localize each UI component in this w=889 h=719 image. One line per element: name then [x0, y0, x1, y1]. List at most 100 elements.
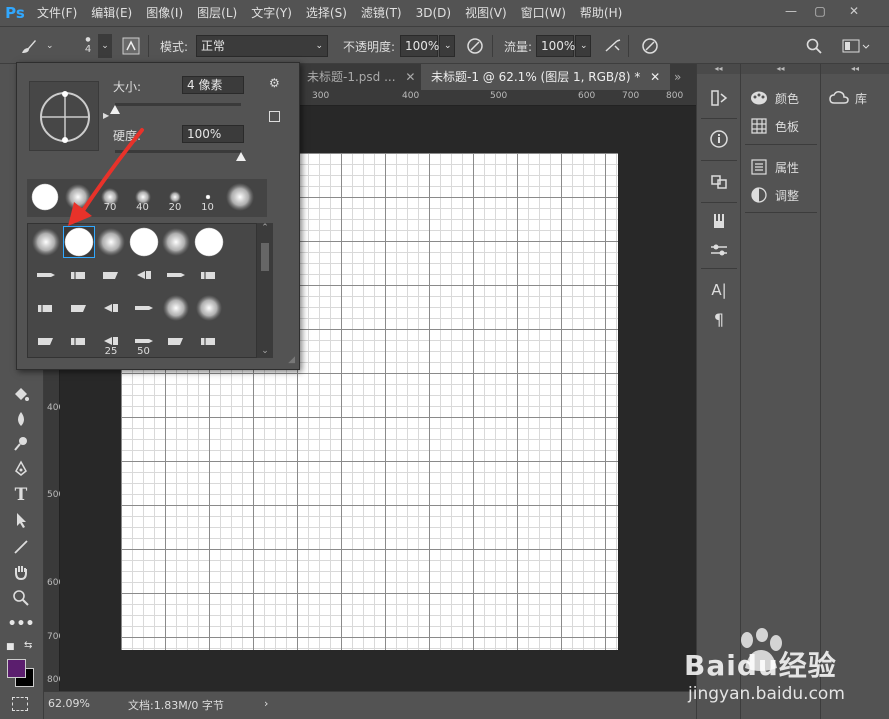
- recent-brush-swatch[interactable]: 20: [159, 181, 191, 213]
- mode-select[interactable]: 正常 ⌄: [196, 35, 328, 57]
- size-input[interactable]: 4 像素: [182, 76, 244, 94]
- status-menu-arrow-icon[interactable]: ›: [264, 697, 268, 710]
- line-tool-icon[interactable]: [8, 535, 34, 559]
- brush-preset-swatch[interactable]: [128, 226, 160, 258]
- more-tools-icon[interactable]: •••: [8, 612, 35, 636]
- brush-preset-swatch[interactable]: [160, 292, 192, 324]
- brush-preset-swatch[interactable]: [30, 292, 62, 324]
- menu-select[interactable]: 选择(S): [299, 0, 354, 26]
- menu-window[interactable]: 窗口(W): [514, 0, 573, 26]
- type-tool-icon[interactable]: T: [8, 483, 34, 507]
- history-panel-icon[interactable]: [707, 86, 731, 110]
- recent-brush-swatch[interactable]: [29, 181, 61, 213]
- gear-icon[interactable]: ⚙: [269, 76, 280, 90]
- brush-preset-swatch[interactable]: [63, 259, 95, 291]
- collapse-icon[interactable]: ◂◂: [741, 64, 820, 74]
- brush-preset-swatch[interactable]: [30, 226, 62, 258]
- paragraph-panel-icon[interactable]: ¶: [707, 307, 731, 331]
- recent-brush-swatch[interactable]: [62, 181, 94, 213]
- brush-preset-swatch[interactable]: [160, 259, 192, 291]
- size-slider[interactable]: [115, 103, 241, 106]
- size-slider-thumb[interactable]: [110, 105, 120, 114]
- path-selection-tool-icon[interactable]: [8, 508, 34, 532]
- collapse-icon[interactable]: ◂◂: [697, 64, 740, 74]
- menu-help[interactable]: 帮助(H): [573, 0, 629, 26]
- collapse-icon[interactable]: ◂◂: [821, 64, 889, 74]
- menu-layer[interactable]: 图层(L): [190, 0, 244, 26]
- brush-preset-swatch[interactable]: [30, 325, 62, 357]
- brush-preset-swatch[interactable]: [160, 325, 192, 357]
- menu-view[interactable]: 视图(V): [458, 0, 514, 26]
- scrollbar-thumb[interactable]: [261, 243, 269, 271]
- brush-preset-swatch[interactable]: [193, 292, 225, 324]
- brush-preset-swatch[interactable]: [30, 259, 62, 291]
- brush-preset-swatch[interactable]: [95, 292, 127, 324]
- brush-preset-swatch[interactable]: [62, 226, 95, 258]
- brush-preset-swatch[interactable]: [63, 292, 95, 324]
- foreground-color-swatch[interactable]: [7, 659, 26, 678]
- brush-settings-icon[interactable]: [707, 209, 731, 233]
- tab-document-active[interactable]: 未标题-1 @ 62.1% (图层 1, RGB/8) * ✕: [421, 64, 671, 90]
- brush-preset-swatch[interactable]: 50: [128, 325, 160, 357]
- tool-preset-chevron-icon[interactable]: ⌄: [46, 27, 54, 65]
- brush-size-preview[interactable]: ● 4: [78, 27, 98, 65]
- character-panel-icon[interactable]: A|: [707, 278, 731, 302]
- flow-input[interactable]: 100%: [536, 35, 575, 57]
- brush-preset-swatch[interactable]: [160, 226, 192, 258]
- dodge-tool-icon[interactable]: [8, 432, 34, 456]
- quick-mask-icon[interactable]: [12, 697, 28, 711]
- new-preset-icon[interactable]: [269, 111, 280, 122]
- properties-panel-tab[interactable]: 属性: [749, 155, 799, 179]
- clone-source-icon[interactable]: [707, 170, 731, 194]
- pen-tool-icon[interactable]: [8, 457, 34, 481]
- resize-grip-icon[interactable]: ◢: [288, 355, 295, 365]
- zoom-tool-icon[interactable]: [8, 586, 34, 610]
- info-icon[interactable]: [707, 127, 731, 151]
- close-window-button[interactable]: ✕: [840, 0, 868, 22]
- hand-tool-icon[interactable]: [8, 560, 34, 584]
- menu-image[interactable]: 图像(I): [139, 0, 190, 26]
- brush-presets-icon[interactable]: [707, 238, 731, 262]
- brush-preset-swatch[interactable]: [95, 226, 127, 258]
- menu-edit[interactable]: 编辑(E): [84, 0, 139, 26]
- recent-brush-swatch[interactable]: 70: [94, 181, 126, 213]
- paint-bucket-tool-icon[interactable]: [8, 382, 34, 406]
- flow-chevron-icon[interactable]: ⌄: [575, 35, 591, 57]
- menu-type[interactable]: 文字(Y): [244, 0, 299, 26]
- hardness-slider-thumb[interactable]: [236, 152, 246, 161]
- scroll-up-icon[interactable]: ⌃: [258, 223, 272, 233]
- recent-brush-swatch[interactable]: 10: [192, 181, 224, 213]
- hardness-slider[interactable]: [115, 150, 241, 153]
- swatches-panel-tab[interactable]: 色板: [749, 114, 799, 138]
- menu-file[interactable]: 文件(F): [30, 0, 84, 26]
- brush-preset-swatch[interactable]: [128, 292, 160, 324]
- tabs-overflow-icon[interactable]: »: [670, 64, 685, 90]
- airbrush-icon[interactable]: [603, 27, 623, 65]
- close-tab-icon[interactable]: ✕: [405, 70, 415, 84]
- minimize-button[interactable]: —: [777, 0, 805, 22]
- tab-document-psd[interactable]: 未标题-1.psd ... ✕: [297, 64, 425, 90]
- brush-preset-swatch[interactable]: [193, 259, 225, 291]
- pressure-opacity-icon[interactable]: [466, 27, 484, 65]
- brush-preset-swatch[interactable]: [128, 259, 160, 291]
- menu-3d[interactable]: 3D(D): [409, 0, 458, 26]
- hardness-input[interactable]: 100%: [182, 125, 244, 143]
- adjustments-panel-tab[interactable]: 调整: [749, 183, 799, 207]
- brush-panel-toggle-icon[interactable]: [122, 27, 140, 65]
- brush-preset-swatch[interactable]: 25: [95, 325, 127, 357]
- brush-preset-swatch[interactable]: [95, 259, 127, 291]
- brush-preset-swatch[interactable]: [193, 226, 225, 258]
- restore-button[interactable]: ▢: [806, 0, 834, 22]
- workspace-switcher-icon[interactable]: [842, 27, 870, 65]
- brush-angle-preview[interactable]: [29, 81, 99, 151]
- default-colors-icon[interactable]: ■: [6, 642, 15, 652]
- presets-scrollbar[interactable]: ⌃ ⌄: [257, 223, 273, 358]
- pressure-size-icon[interactable]: [641, 27, 659, 65]
- scroll-down-icon[interactable]: ⌄: [258, 346, 272, 356]
- zoom-level[interactable]: 62.09%: [48, 697, 90, 710]
- swap-colors-icon[interactable]: ⇆: [24, 640, 32, 651]
- brush-preset-swatch[interactable]: [63, 325, 95, 357]
- search-icon[interactable]: [806, 27, 822, 65]
- recent-brush-swatch[interactable]: [224, 181, 256, 213]
- brush-preset-swatch[interactable]: [193, 325, 225, 357]
